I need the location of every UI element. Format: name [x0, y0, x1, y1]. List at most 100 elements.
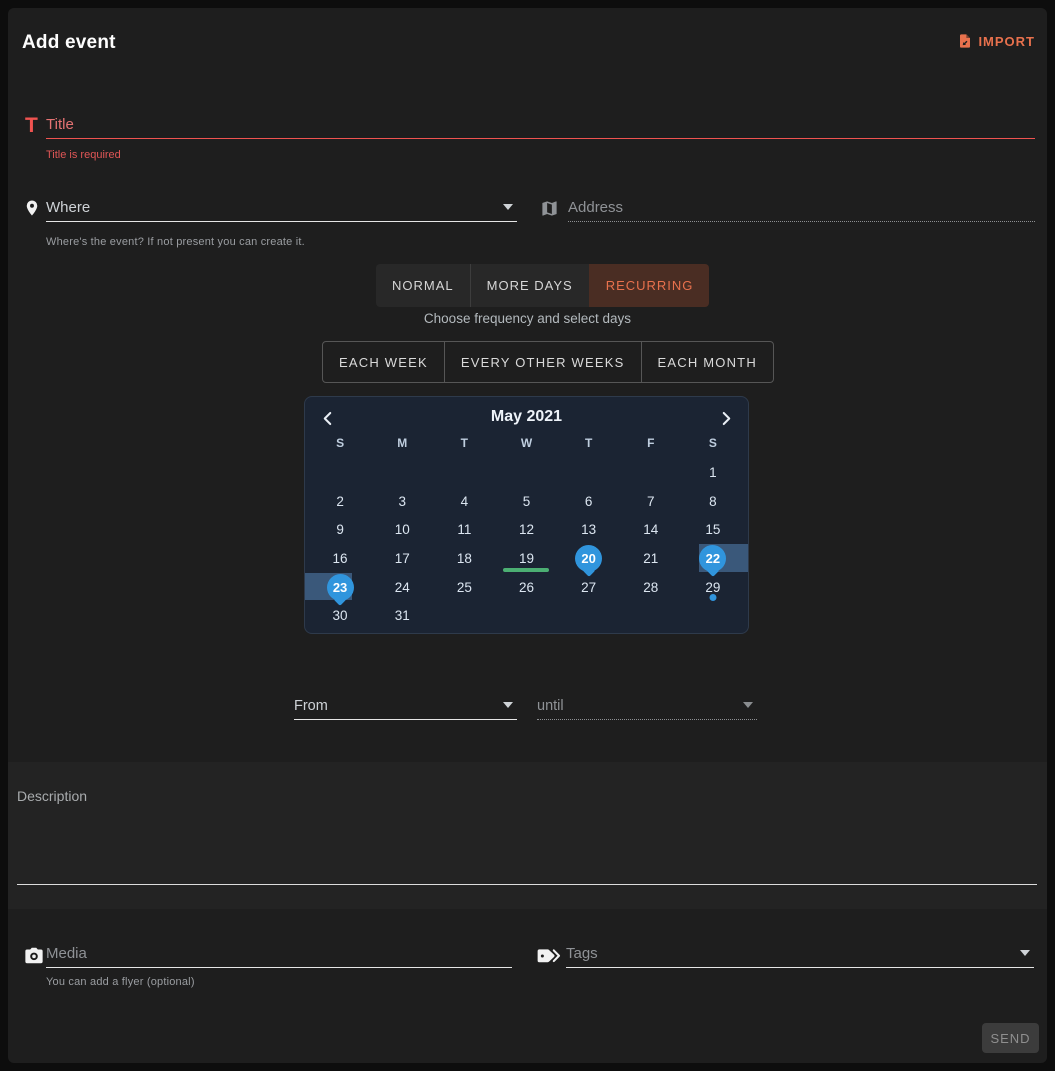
calendar-day-11[interactable]: 11 [433, 515, 495, 544]
day-number: 18 [457, 551, 472, 566]
calendar-day-empty [558, 458, 620, 487]
event-dot [709, 594, 716, 601]
calendar-day-empty [495, 601, 557, 630]
calendar-day-1[interactable]: 1 [682, 458, 744, 487]
add-event-dialog: Add event IMPORT T Title is required Whe… [8, 8, 1047, 1063]
calendar-day-8[interactable]: 8 [682, 487, 744, 516]
calendar-day-28[interactable]: 28 [620, 573, 682, 602]
calendar-day-19[interactable]: 19 [495, 544, 557, 573]
calendar-day-22[interactable]: 22 [682, 544, 744, 573]
chevron-down-icon[interactable] [503, 204, 513, 210]
day-number: 7 [647, 494, 655, 509]
tab-more-days[interactable]: MORE DAYS [470, 264, 589, 307]
until-time-select[interactable] [537, 692, 757, 720]
chevron-right-icon [721, 411, 732, 426]
page-background: Add event IMPORT T Title is required Whe… [0, 0, 1055, 1071]
day-number: 14 [643, 522, 658, 537]
day-number: 4 [461, 494, 469, 509]
calendar-day-18[interactable]: 18 [433, 544, 495, 573]
calendar-day-21[interactable]: 21 [620, 544, 682, 573]
calendar-next-month-button[interactable] [716, 408, 736, 428]
frequency-each-week-button[interactable]: EACH WEEK [322, 341, 445, 383]
chevron-down-icon[interactable] [1020, 950, 1030, 956]
day-number: 8 [709, 494, 717, 509]
day-number: 11 [457, 522, 471, 537]
calendar-day-16[interactable]: 16 [309, 544, 371, 573]
calendar-day-17[interactable]: 17 [371, 544, 433, 573]
day-highlight-underline [503, 568, 549, 572]
calendar-day-9[interactable]: 9 [309, 515, 371, 544]
tags-icon [537, 947, 562, 971]
calendar-day-29[interactable]: 29 [682, 573, 744, 602]
day-number: 26 [519, 580, 534, 595]
calendar-day-4[interactable]: 4 [433, 487, 495, 516]
send-button[interactable]: SEND [982, 1023, 1039, 1053]
day-number: 21 [643, 551, 658, 566]
title-input[interactable] [46, 111, 1035, 139]
day-number: 31 [395, 608, 410, 623]
tab-normal[interactable]: NORMAL [376, 264, 470, 307]
calendar: May 2021 SMTWTFS 12345678910111213141516… [304, 396, 749, 634]
location-pin-icon [23, 197, 41, 224]
camera-icon [23, 946, 45, 970]
day-number: 6 [585, 494, 593, 509]
calendar-day-25[interactable]: 25 [433, 573, 495, 602]
calendar-month-label: May 2021 [305, 408, 748, 426]
tags-select[interactable] [566, 940, 1034, 968]
day-number: 5 [523, 494, 531, 509]
calendar-day-13[interactable]: 13 [558, 515, 620, 544]
calendar-day-empty [620, 601, 682, 630]
day-number: 30 [333, 608, 348, 623]
weekday-header: M [371, 436, 433, 450]
calendar-day-10[interactable]: 10 [371, 515, 433, 544]
chevron-down-icon[interactable] [503, 702, 513, 708]
day-number: 29 [705, 580, 720, 595]
calendar-day-14[interactable]: 14 [620, 515, 682, 544]
calendar-day-23[interactable]: 23 [309, 573, 371, 602]
import-label: IMPORT [978, 34, 1035, 49]
calendar-day-empty [682, 601, 744, 630]
calendar-day-20[interactable]: 20 [558, 544, 620, 573]
day-number: 17 [395, 551, 410, 566]
calendar-day-5[interactable]: 5 [495, 487, 557, 516]
address-input[interactable] [568, 194, 1035, 222]
weekday-header: S [682, 436, 744, 450]
where-select[interactable] [46, 194, 517, 222]
calendar-day-27[interactable]: 27 [558, 573, 620, 602]
calendar-day-31[interactable]: 31 [371, 601, 433, 630]
tab-recurring[interactable]: RECURRING [589, 264, 710, 307]
description-input[interactable] [17, 788, 1037, 885]
calendar-day-3[interactable]: 3 [371, 487, 433, 516]
calendar-day-30[interactable]: 30 [309, 601, 371, 630]
calendar-day-12[interactable]: 12 [495, 515, 557, 544]
weekday-header: W [495, 436, 557, 450]
calendar-day-empty [620, 458, 682, 487]
calendar-day-2[interactable]: 2 [309, 487, 371, 516]
title-icon: T [25, 115, 38, 136]
calendar-day-6[interactable]: 6 [558, 487, 620, 516]
day-number: 24 [395, 580, 410, 595]
day-number: 9 [336, 522, 344, 537]
day-number: 2 [336, 494, 344, 509]
day-number: 27 [581, 580, 596, 595]
calendar-day-15[interactable]: 15 [682, 515, 744, 544]
calendar-day-24[interactable]: 24 [371, 573, 433, 602]
frequency-each-month-button[interactable]: EACH MONTH [641, 341, 774, 383]
file-import-icon [957, 32, 973, 50]
calendar-day-7[interactable]: 7 [620, 487, 682, 516]
calendar-day-empty [558, 601, 620, 630]
title-error: Title is required [46, 149, 121, 161]
day-number: 15 [705, 522, 720, 537]
chevron-down-icon[interactable] [743, 702, 753, 708]
import-button[interactable]: IMPORT [957, 32, 1035, 50]
map-icon [540, 199, 559, 223]
calendar-weekday-headers: SMTWTFS [309, 436, 744, 450]
calendar-day-26[interactable]: 26 [495, 573, 557, 602]
frequency-every-other-weeks-button[interactable]: EVERY OTHER WEEKS [444, 341, 642, 383]
day-number: 19 [519, 551, 534, 566]
day-number: 1 [709, 465, 717, 480]
calendar-day-empty [433, 601, 495, 630]
media-input[interactable] [46, 940, 512, 968]
calendar-day-empty [309, 458, 371, 487]
from-time-select[interactable] [294, 692, 517, 720]
